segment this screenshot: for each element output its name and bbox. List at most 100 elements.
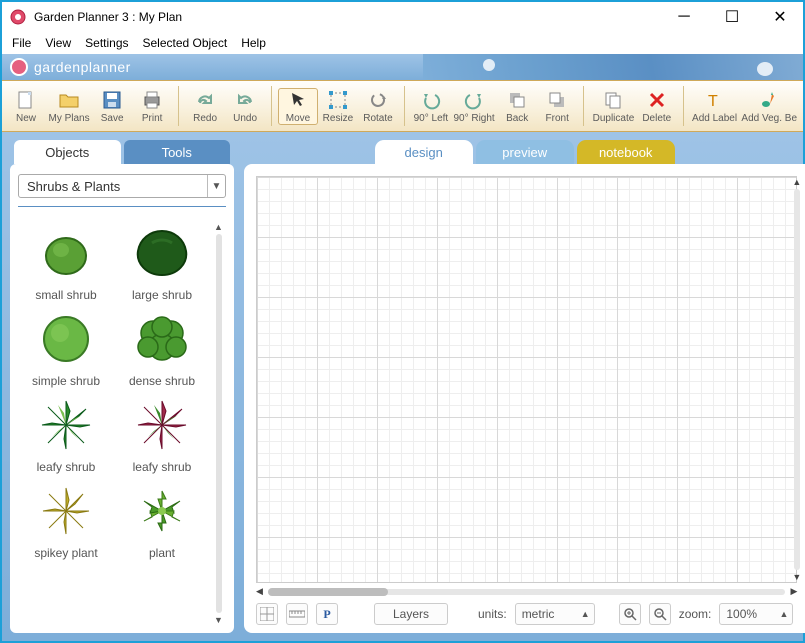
- plant-thumb-icon: [35, 480, 97, 542]
- resize-icon: [327, 89, 349, 111]
- send-back-icon: [506, 89, 528, 111]
- divider: [18, 206, 226, 207]
- right-panel: design preview notebook ▲▼ ◀▶ P Layers u…: [244, 140, 805, 633]
- menu-file[interactable]: File: [12, 36, 31, 50]
- ruler-toggle-button[interactable]: [286, 603, 308, 625]
- window-title: Garden Planner 3 : My Plan: [34, 10, 669, 24]
- toolbar-separator: [178, 86, 179, 126]
- plant-thumb-icon: [35, 394, 97, 456]
- category-dropdown[interactable]: Shrubs & Plants ▼: [18, 174, 226, 198]
- tab-tools[interactable]: Tools: [124, 140, 231, 164]
- palette-item-label: spikey plant: [34, 546, 97, 560]
- cursor-icon: [287, 89, 309, 111]
- palette-item-label: small shrub: [35, 288, 96, 302]
- rotate-tool-button[interactable]: Rotate: [358, 89, 398, 124]
- menubar: File View Settings Selected Object Help: [2, 32, 803, 54]
- brand-bar: gardenplanner: [2, 54, 803, 80]
- canvas-grid: [257, 177, 796, 582]
- palette-item-leafy2[interactable]: leafy shrub: [114, 394, 210, 474]
- toolbar-separator: [683, 86, 684, 126]
- palette-item-smallshrub[interactable]: small shrub: [18, 222, 114, 302]
- workspace: Objects Tools Shrubs & Plants ▼ small sh…: [2, 132, 803, 641]
- window-maximize-button[interactable]: ☐: [717, 5, 747, 29]
- palette-item-plant[interactable]: plant: [114, 480, 210, 560]
- design-canvas[interactable]: ▲▼: [256, 176, 797, 583]
- menu-help[interactable]: Help: [241, 36, 266, 50]
- toolbar-separator: [583, 86, 584, 126]
- plant-thumb-icon: [35, 222, 97, 284]
- chevron-up-icon: ▲: [581, 609, 590, 619]
- palette-item-label: leafy shrub: [37, 460, 96, 474]
- rotate-left-icon: [420, 89, 442, 111]
- palette-item-simpleshrub[interactable]: simple shrub: [18, 308, 114, 388]
- left-panel: Objects Tools Shrubs & Plants ▼ small sh…: [10, 140, 234, 633]
- plant-thumb-icon: [131, 480, 193, 542]
- new-button[interactable]: New: [6, 89, 46, 124]
- bring-front-button[interactable]: Front: [537, 89, 577, 124]
- add-veg-bed-button[interactable]: Add Veg. Be: [739, 89, 799, 124]
- palette-item-label: leafy shrub: [133, 460, 192, 474]
- duplicate-button[interactable]: Duplicate: [590, 89, 637, 124]
- save-button[interactable]: Save: [92, 89, 132, 124]
- zoom-out-button[interactable]: [649, 603, 671, 625]
- undo-icon: [234, 89, 256, 111]
- toolbar-separator: [271, 86, 272, 126]
- logo-icon: [10, 58, 28, 76]
- window-minimize-button[interactable]: ─: [669, 5, 699, 29]
- tab-design[interactable]: design: [375, 140, 473, 164]
- zoom-label: zoom:: [679, 607, 712, 621]
- perspective-button[interactable]: P: [316, 603, 338, 625]
- tab-notebook[interactable]: notebook: [577, 140, 675, 164]
- canvas-tabs: design preview notebook: [244, 140, 805, 164]
- palette-item-leafy1[interactable]: leafy shrub: [18, 394, 114, 474]
- palette-scroll-area: small shrub large shrub simple shrub dense …: [18, 222, 226, 625]
- window-close-button[interactable]: ✕: [765, 5, 795, 29]
- palette-item-spikey[interactable]: spikey plant: [18, 480, 114, 560]
- main-toolbar: New My Plans Save Print Redo Undo Move R…: [2, 80, 803, 132]
- rotate-right-button[interactable]: 90° Right: [451, 89, 497, 124]
- vegetable-icon: [758, 89, 780, 111]
- redo-button[interactable]: Redo: [185, 89, 225, 124]
- print-button[interactable]: Print: [132, 89, 172, 124]
- canvas-horizontal-scrollbar[interactable]: ◀▶: [256, 585, 797, 599]
- rotate-left-button[interactable]: 90° Left: [411, 89, 451, 124]
- units-label: units:: [478, 607, 507, 621]
- palette-item-label: dense shrub: [129, 374, 195, 388]
- move-tool-button[interactable]: Move: [278, 88, 318, 125]
- zoom-value-field[interactable]: 100%▲: [719, 603, 793, 625]
- redo-icon: [194, 89, 216, 111]
- palette-item-denseshrub[interactable]: dense shrub: [114, 308, 210, 388]
- grid-toggle-button[interactable]: [256, 603, 278, 625]
- menu-settings[interactable]: Settings: [85, 36, 128, 50]
- palette-scrollbar[interactable]: ▲ ▼: [212, 222, 226, 625]
- delete-button[interactable]: Delete: [637, 89, 677, 124]
- menu-view[interactable]: View: [45, 36, 71, 50]
- tab-preview[interactable]: preview: [476, 140, 574, 164]
- save-icon: [101, 89, 123, 111]
- new-file-icon: [15, 89, 37, 111]
- plant-thumb-icon: [131, 308, 193, 370]
- units-dropdown[interactable]: metric▲: [515, 603, 595, 625]
- zoom-in-button[interactable]: [619, 603, 641, 625]
- menu-selected-object[interactable]: Selected Object: [143, 36, 228, 50]
- print-icon: [141, 89, 163, 111]
- app-icon: [10, 9, 26, 25]
- my-plans-button[interactable]: My Plans: [46, 89, 92, 124]
- tab-objects[interactable]: Objects: [14, 140, 121, 164]
- palette-item-label: simple shrub: [32, 374, 100, 388]
- window-titlebar: Garden Planner 3 : My Plan ─ ☐ ✕: [2, 2, 803, 32]
- scroll-down-icon: ▼: [214, 615, 224, 625]
- send-back-button[interactable]: Back: [497, 89, 537, 124]
- canvas-vertical-scrollbar[interactable]: ▲▼: [790, 177, 804, 582]
- undo-button[interactable]: Undo: [225, 89, 265, 124]
- chevron-down-icon: ▼: [207, 175, 225, 197]
- layers-button[interactable]: Layers: [374, 603, 448, 625]
- resize-tool-button[interactable]: Resize: [318, 89, 358, 124]
- palette-item-largeshrub[interactable]: large shrub: [114, 222, 210, 302]
- scroll-up-icon: ▲: [214, 222, 224, 232]
- add-label-button[interactable]: TAdd Label: [690, 89, 740, 124]
- category-dropdown-value: Shrubs & Plants: [19, 179, 207, 194]
- plant-thumb-icon: [131, 394, 193, 456]
- svg-text:T: T: [708, 93, 718, 109]
- text-label-icon: T: [704, 89, 726, 111]
